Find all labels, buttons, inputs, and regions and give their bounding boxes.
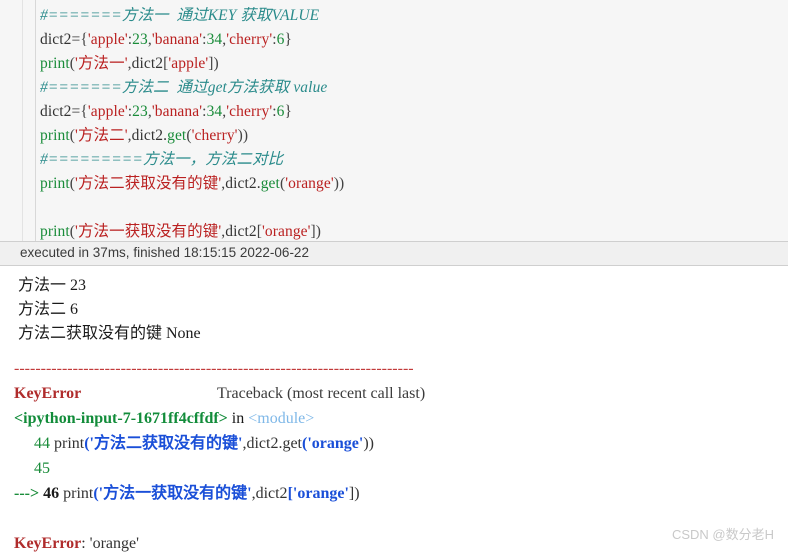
code-token: 34 — [206, 31, 223, 48]
traceback-token: ['orange' — [287, 485, 349, 502]
code-token: )) — [333, 175, 345, 192]
csdn-watermark: CSDN @数分老H — [671, 527, 774, 542]
traceback-token: ('方法一获取没有的键' — [93, 485, 252, 502]
traceback-separator: ----------------------------------------… — [14, 360, 414, 377]
code-token: '方法二获取没有的键' — [75, 175, 222, 192]
code-token: '方法二' — [75, 127, 128, 144]
traceback-token: get — [282, 435, 302, 452]
code-token: #=========方法一，方法二对比 — [40, 151, 284, 168]
code-token: print — [40, 175, 70, 192]
code-line: #=======方法一 通过KEY 获取VALUE — [40, 4, 788, 28]
code-token: { — [80, 103, 88, 120]
code-line: dict2={'apple':23,'banana':34,'cherry':6… — [40, 100, 788, 124]
code-token: } — [284, 103, 293, 120]
traceback-token: KeyError — [14, 385, 82, 402]
stdout-line: 方法一 23 — [18, 277, 87, 294]
code-token: print — [40, 127, 70, 144]
code-token: 'orange' — [285, 175, 334, 192]
cell-left-rule — [22, 0, 23, 241]
code-token: dict2 — [131, 55, 164, 72]
stdout-line: 方法二获取没有的键 None — [18, 325, 201, 342]
code-line: #=======方法二 通过get方法获取 value — [40, 76, 788, 100]
traceback-token: Traceback (most recent call last) — [81, 385, 426, 402]
traceback-token: 46 — [43, 485, 64, 502]
code-token: #=======方法一 通过KEY 获取VALUE — [40, 7, 320, 24]
cell-gutter-divider — [35, 0, 36, 241]
code-token: )) — [237, 127, 249, 144]
code-token: 23 — [132, 31, 148, 48]
stdout-output: 方法一 23 方法二 6 方法二获取没有的键 None — [18, 274, 201, 346]
code-line: print('方法一',dict2['apple']) — [40, 52, 788, 76]
traceback-line: 44 print('方法二获取没有的键',dict2.get('orange')… — [14, 431, 788, 456]
code-token: print — [40, 223, 70, 240]
code-token: dict2. — [131, 127, 168, 144]
code-token: { — [80, 31, 88, 48]
traceback-token: print — [54, 435, 85, 452]
traceback-token: 44 — [14, 435, 54, 452]
traceback-token: print — [63, 485, 94, 502]
execution-status-text: executed in 37ms, finished 18:15:15 2022… — [20, 245, 309, 260]
code-token: 'banana' — [151, 31, 203, 48]
traceback-token: <module> — [248, 410, 315, 427]
traceback-line: ---> 46 print('方法一获取没有的键',dict2['orange'… — [14, 481, 788, 506]
code-token: 'cherry' — [226, 31, 273, 48]
cell-execution-statusbar: executed in 37ms, finished 18:15:15 2022… — [0, 241, 788, 266]
code-line: print('方法二获取没有的键',dict2.get('orange')) — [40, 172, 788, 196]
code-token: 'cherry' — [191, 127, 238, 144]
traceback-token: )) — [363, 435, 374, 452]
code-token: 'apple' — [87, 103, 128, 120]
traceback-line: <ipython-input-7-1671ff4cffdf> in <modul… — [14, 406, 788, 431]
code-line: dict2={'apple':23,'banana':34,'cherry':6… — [40, 28, 788, 52]
code-token: } — [284, 31, 293, 48]
code-token: dict2 — [225, 223, 257, 240]
code-token: #=======方法二 通过get方法获取 value — [40, 79, 328, 96]
traceback-token: ---> — [14, 485, 44, 502]
traceback-token: KeyError — [14, 535, 82, 552]
traceback-token: ,dict2 — [251, 485, 288, 502]
code-token: '方法一获取没有的键' — [75, 223, 222, 240]
code-line: #=========方法一，方法二对比 — [40, 148, 788, 172]
traceback-token: in — [227, 410, 249, 427]
traceback-token: : 'orange' — [81, 535, 139, 552]
code-token: 'orange' — [261, 223, 311, 240]
traceback-token: ('方法二获取没有的键' — [84, 435, 243, 452]
code-token: dict2. — [225, 175, 261, 192]
code-token: 'apple' — [168, 55, 209, 72]
code-token: 6 — [276, 31, 285, 48]
code-editor-area[interactable]: #=======方法一 通过KEY 获取VALUE dict2={'apple':… — [40, 4, 788, 244]
traceback-token: ('orange' — [302, 435, 364, 452]
code-token: get — [260, 175, 280, 192]
code-token: ]) — [208, 55, 219, 72]
code-token: print — [40, 55, 70, 72]
code-token: 6 — [276, 103, 285, 120]
code-token: 34 — [206, 103, 223, 120]
code-token: 23 — [132, 103, 148, 120]
code-token: 'banana' — [151, 103, 203, 120]
traceback-line: 45 — [14, 456, 788, 481]
code-token: '方法一' — [75, 55, 128, 72]
code-line: print('方法二',dict2.get('cherry')) — [40, 124, 788, 148]
code-token: dict2= — [40, 103, 81, 120]
code-token: dict2= — [40, 31, 81, 48]
traceback-token: ,dict2. — [242, 435, 283, 452]
stdout-line: 方法二 6 — [18, 301, 79, 318]
code-cell[interactable]: #=======方法一 通过KEY 获取VALUE dict2={'apple':… — [0, 0, 788, 241]
code-token: ]) — [310, 223, 322, 240]
code-token: get — [167, 127, 187, 144]
traceback-token: <ipython-input-7-1671ff4cffdf> — [14, 410, 228, 427]
traceback-token: 45 — [14, 460, 50, 477]
code-token: 'apple' — [87, 31, 128, 48]
code-token: 'cherry' — [226, 103, 273, 120]
traceback-line: KeyError Traceback (most recent call las… — [14, 381, 788, 406]
traceback-token: ]) — [348, 485, 360, 502]
